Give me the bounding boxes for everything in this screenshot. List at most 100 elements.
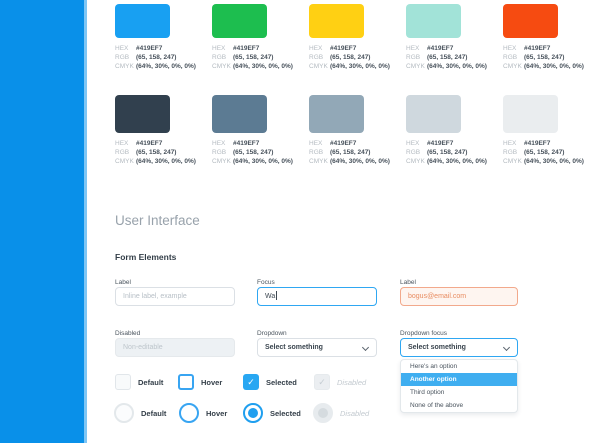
chevron-down-icon [362,344,369,351]
hex-row: HEX #419EF7 [309,44,399,53]
color-swatch [212,95,267,133]
sidebar-edge [84,0,87,443]
radio-label: Hover [206,409,227,418]
cmyk-row: CMYK (64%, 30%, 0%, 0%) [212,157,302,166]
rgb-row: RGB (65, 158, 247) [406,53,496,62]
checkbox-label: Hover [201,378,222,387]
swatch-meta: HEX #419EF7 RGB (65, 158, 247) CMYK (64%… [503,139,593,166]
hex-value: #419EF7 [524,44,550,53]
cmyk-value: (64%, 30%, 0%, 0%) [427,62,487,71]
cmyk-row: CMYK (64%, 30%, 0%, 0%) [503,62,593,71]
hex-value: #419EF7 [330,139,356,148]
rgb-label: RGB [115,53,136,62]
color-swatch-card: HEX #419EF7 RGB (65, 158, 247) CMYK (64%… [115,95,205,166]
hex-label: HEX [309,44,330,53]
cmyk-label: CMYK [212,62,233,71]
section-title-form-elements: Form Elements [115,252,176,262]
radio-dot-icon [248,408,258,418]
hex-value: #419EF7 [233,139,259,148]
radio-icon[interactable] [114,403,134,423]
hex-label: HEX [115,44,136,53]
rgb-row: RGB (65, 158, 247) [115,53,205,62]
radio-icon[interactable] [243,403,263,423]
radio-item[interactable]: Hover [179,403,227,423]
dropdown-selected-value: Select something [265,344,323,351]
checkbox-icon[interactable]: ✓ [243,374,259,390]
focus-field-input[interactable]: Wa [257,287,377,306]
checkbox-item[interactable]: ✓ Selected [243,374,297,390]
dropdown-select[interactable]: Select something [257,338,377,357]
rgb-label: RGB [212,53,233,62]
color-swatch [503,4,558,38]
rgb-row: RGB (65, 158, 247) [212,53,302,62]
checkbox-item[interactable]: ✓ Disabled [314,374,366,390]
checkbox-icon[interactable]: ✓ [314,374,330,390]
color-swatch [406,4,461,38]
rgb-row: RGB (65, 158, 247) [115,148,205,157]
radio-item[interactable]: Selected [243,403,301,423]
hex-row: HEX #419EF7 [115,44,205,53]
focus-field-value: Wa [265,293,275,300]
color-swatch [406,95,461,133]
hex-value: #419EF7 [136,139,162,148]
rgb-value: (65, 158, 247) [330,148,370,157]
hex-row: HEX #419EF7 [309,139,399,148]
text-cursor [276,291,277,300]
radio-item[interactable]: Disabled [313,403,369,423]
swatch-meta: HEX #419EF7 RGB (65, 158, 247) CMYK (64%… [115,139,205,166]
hex-value: #419EF7 [427,139,453,148]
cmyk-label: CMYK [309,62,330,71]
label-field-input[interactable]: Inline label, example [115,287,235,306]
radio-label: Disabled [340,409,369,418]
hex-label: HEX [115,139,136,148]
cmyk-label: CMYK [115,62,136,71]
color-swatch [309,95,364,133]
dropdown-option[interactable]: Here's an option [401,360,517,373]
cmyk-value: (64%, 30%, 0%, 0%) [233,62,293,71]
hex-value: #419EF7 [136,44,162,53]
dropdown-focus-label: Dropdown focus [400,330,447,337]
hex-row: HEX #419EF7 [503,139,593,148]
radio-item[interactable]: Default [114,403,166,423]
cmyk-label: CMYK [115,157,136,166]
rgb-row: RGB (65, 158, 247) [406,148,496,157]
cmyk-value: (64%, 30%, 0%, 0%) [136,62,196,71]
checkbox-label: Selected [266,378,297,387]
error-field-label: Label [400,279,416,286]
check-icon: ✓ [247,378,255,387]
dropdown-label: Dropdown [257,330,287,337]
page-title: User Interface [115,213,200,228]
rgb-label: RGB [503,53,524,62]
disabled-field-label: Disabled [115,330,140,337]
cmyk-row: CMYK (64%, 30%, 0%, 0%) [212,62,302,71]
hex-value: #419EF7 [330,44,356,53]
checkbox-icon[interactable]: ✓ [178,374,194,390]
checkbox-item[interactable]: ✓ Default [115,374,163,390]
disabled-field-placeholder: Non-editable [123,344,163,351]
rgb-label: RGB [115,148,136,157]
rgb-row: RGB (65, 158, 247) [503,148,593,157]
radio-label: Selected [270,409,301,418]
swatch-meta: HEX #419EF7 RGB (65, 158, 247) CMYK (64%… [212,44,302,71]
radio-icon[interactable] [179,403,199,423]
label-field-placeholder: Inline label, example [123,293,187,300]
swatch-meta: HEX #419EF7 RGB (65, 158, 247) CMYK (64%… [406,44,496,71]
checkbox-item[interactable]: ✓ Hover [178,374,222,390]
label-field-label: Label [115,279,131,286]
rgb-label: RGB [212,148,233,157]
radio-icon[interactable] [313,403,333,423]
dropdown-focus-select[interactable]: Select something [400,338,518,357]
checkbox-icon[interactable]: ✓ [115,374,131,390]
cmyk-label: CMYK [406,62,427,71]
cmyk-label: CMYK [503,157,524,166]
cmyk-row: CMYK (64%, 30%, 0%, 0%) [115,62,205,71]
swatch-meta: HEX #419EF7 RGB (65, 158, 247) CMYK (64%… [309,44,399,71]
error-field-input[interactable]: bogus@email.com [400,287,518,306]
hex-label: HEX [406,139,427,148]
hex-row: HEX #419EF7 [212,139,302,148]
cmyk-label: CMYK [503,62,524,71]
color-swatch [212,4,267,38]
swatch-meta: HEX #419EF7 RGB (65, 158, 247) CMYK (64%… [115,44,205,71]
error-field-value: bogus@email.com [408,293,466,300]
color-swatch-card: HEX #419EF7 RGB (65, 158, 247) CMYK (64%… [309,95,399,166]
